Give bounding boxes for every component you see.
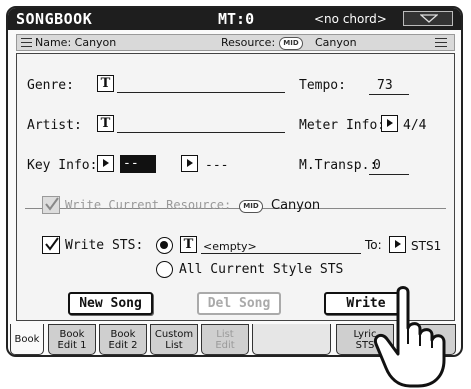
song-header-bar: Name: Canyon Resource: MID Canyon bbox=[16, 34, 455, 51]
app-title: SONGBOOK bbox=[16, 10, 93, 28]
all-style-sts-label: All Current Style STS bbox=[179, 262, 344, 277]
genre-field[interactable] bbox=[117, 92, 285, 93]
write-sts-label: Write STS: bbox=[65, 238, 144, 253]
m-transp-underline bbox=[369, 174, 409, 175]
all-style-sts-radio[interactable] bbox=[156, 261, 173, 278]
write-resource-label: Write Current Resource: bbox=[65, 198, 232, 212]
artist-label: Artist: bbox=[27, 118, 82, 133]
tempo-underline bbox=[369, 94, 409, 95]
key-info-mode-value: --- bbox=[205, 158, 229, 173]
tab-label-line1: Lyric bbox=[353, 329, 377, 340]
tab-label-line1: Book bbox=[110, 329, 136, 340]
checkmark-icon bbox=[45, 237, 59, 251]
tab-bar: Book Book Edit 1 Book Edit 2 Custom List Li… bbox=[10, 324, 461, 355]
tab-label-line2: STS bbox=[355, 340, 375, 351]
genre-text-edit-button[interactable]: T bbox=[97, 75, 114, 92]
mid-resource-icon: MID bbox=[279, 37, 303, 50]
tab-label-line2: Edit 2 bbox=[108, 340, 138, 351]
list-lines-icon bbox=[21, 38, 32, 47]
sts-name-field[interactable] bbox=[201, 253, 361, 254]
chevron-down-icon bbox=[420, 14, 438, 23]
tab-label-line1: Custom bbox=[154, 329, 194, 340]
master-transpose-indicator: MT:0 bbox=[218, 10, 255, 28]
sts-to-label: To: bbox=[365, 238, 382, 252]
write-resource-checkbox[interactable] bbox=[42, 196, 60, 214]
write-resource-value: Canyon bbox=[271, 198, 321, 213]
tab-label-line2: List bbox=[165, 340, 183, 351]
tempo-label: Tempo: bbox=[299, 78, 346, 93]
tab-label-line1: Book bbox=[59, 329, 85, 340]
tab-label-line2: Edit bbox=[215, 340, 235, 351]
songbook-window: SONGBOOK MT:0 <no chord> Name: Canyon Re… bbox=[6, 6, 463, 357]
meter-info-label: Meter Info: bbox=[299, 118, 386, 133]
tab-label-line2: Edit 1 bbox=[57, 340, 87, 351]
sts-to-value: STS1 bbox=[411, 239, 442, 253]
song-name: Name: Canyon bbox=[35, 36, 117, 49]
artist-text-edit-button[interactable]: T bbox=[97, 115, 114, 132]
tab-lyric-sts[interactable]: Lyric STS bbox=[336, 324, 394, 355]
tab-custom-list[interactable]: Custom List bbox=[150, 324, 198, 355]
mid-resource-icon: MID bbox=[239, 200, 263, 213]
write-sts-checkbox[interactable] bbox=[42, 236, 60, 254]
song-edit-panel: Genre: T Tempo: 73 Artist: T Meter Info:… bbox=[16, 53, 455, 321]
tab-spacer bbox=[252, 324, 331, 355]
meter-info-arrow-button[interactable] bbox=[381, 115, 398, 132]
resource-value: Canyon bbox=[315, 36, 357, 49]
tab-book[interactable]: Book bbox=[10, 324, 44, 355]
tab-list-edit[interactable]: List Edit bbox=[201, 324, 249, 355]
tab-label-line1: List bbox=[216, 329, 234, 340]
del-song-button[interactable]: Del Song bbox=[197, 292, 281, 315]
tab-last[interactable] bbox=[398, 324, 456, 355]
key-info-label: Key Info: bbox=[27, 158, 98, 173]
sts-to-arrow-button[interactable] bbox=[389, 236, 406, 253]
sts-name-text-edit-button[interactable]: T bbox=[180, 236, 197, 253]
key-info-mode-arrow-button[interactable] bbox=[181, 155, 198, 172]
checkmark-icon bbox=[45, 197, 59, 211]
meter-info-value: 4/4 bbox=[403, 118, 427, 133]
tab-book-edit-1[interactable]: Book Edit 1 bbox=[48, 324, 96, 355]
m-transp-value[interactable]: 0 bbox=[373, 158, 381, 173]
key-info-arrow-button[interactable] bbox=[97, 155, 114, 172]
tempo-value[interactable]: 73 bbox=[377, 78, 393, 93]
key-info-value[interactable]: -- bbox=[120, 155, 156, 173]
write-button[interactable]: Write bbox=[324, 292, 408, 315]
title-bar: SONGBOOK MT:0 <no chord> bbox=[8, 8, 461, 30]
tab-label: Book bbox=[14, 334, 40, 345]
sts-name-value: <empty> bbox=[203, 240, 257, 253]
selected-sts-radio[interactable] bbox=[156, 237, 173, 254]
resource-label: Resource: bbox=[221, 36, 276, 49]
m-transp-label: M.Transp.: bbox=[299, 158, 378, 173]
genre-label: Genre: bbox=[27, 78, 74, 93]
new-song-button[interactable]: New Song bbox=[68, 292, 153, 315]
chord-indicator: <no chord> bbox=[314, 12, 387, 26]
menu-icon[interactable] bbox=[435, 38, 447, 47]
artist-field[interactable] bbox=[117, 132, 285, 133]
tab-book-edit-2[interactable]: Book Edit 2 bbox=[99, 324, 147, 355]
page-menu-button[interactable] bbox=[403, 11, 453, 26]
